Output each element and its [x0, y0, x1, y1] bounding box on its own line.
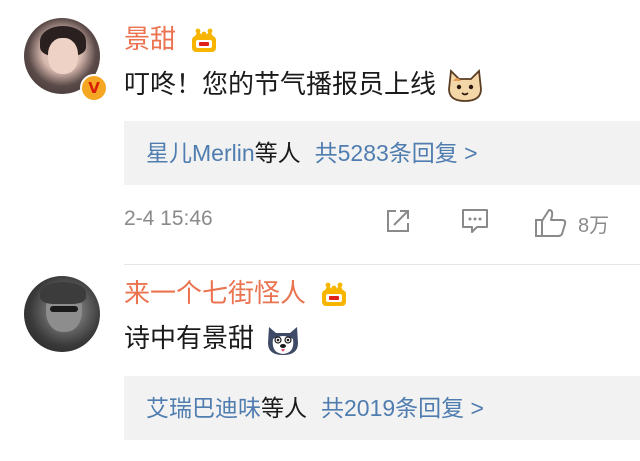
comment-meta: 2-4 15:46 8万 [124, 203, 640, 239]
reply-suffix: 等人 [254, 140, 301, 166]
cat-emoji [448, 69, 483, 103]
crown-icon [322, 282, 347, 307]
share-icon[interactable] [384, 207, 412, 235]
reply-user-link[interactable]: 艾瑞巴迪味 [146, 395, 261, 421]
comment-item: V 景甜 叮咚！您的节气播报员上线 星儿Merlin等人 共5283条回复 > 2… [0, 0, 640, 262]
timestamp: 2-4 15:46 [124, 207, 213, 230]
reply-summary[interactable]: 艾瑞巴迪味等人 共2019条回复 > [124, 376, 640, 440]
comment-text: 叮咚！您的节气播报员上线 [124, 68, 483, 103]
username[interactable]: 来一个七街怪人 [124, 278, 349, 308]
like-icon[interactable] [534, 207, 568, 239]
comment-text: 诗中有景甜 [124, 322, 301, 357]
reply-user-link[interactable]: 星儿Merlin [146, 140, 255, 166]
verified-icon: V [80, 74, 108, 102]
comment-text-content: 诗中有景甜 [124, 323, 255, 353]
reply-count-link[interactable]: 共5283条回复 > [315, 140, 478, 166]
username-text[interactable]: 来一个七街怪人 [124, 278, 306, 308]
comment-item: 来一个七街怪人 诗中有景甜 艾瑞巴迪味等人 共2019条回复 > [0, 268, 640, 461]
reply-suffix: 等人 [261, 395, 307, 421]
crown-icon [192, 28, 217, 53]
reply-summary[interactable]: 星儿Merlin等人 共5283条回复 > [124, 121, 640, 185]
like-count: 8万 [578, 215, 610, 237]
username[interactable]: 景甜 [124, 24, 219, 54]
divider [124, 264, 640, 265]
comment-text-content: 叮咚！您的节气播报员上线 [124, 69, 437, 99]
dog-emoji [268, 327, 299, 356]
comment-icon[interactable] [460, 207, 490, 235]
avatar[interactable] [24, 276, 100, 352]
reply-count-link[interactable]: 共2019条回复 > [321, 395, 484, 421]
username-text[interactable]: 景甜 [124, 24, 176, 54]
